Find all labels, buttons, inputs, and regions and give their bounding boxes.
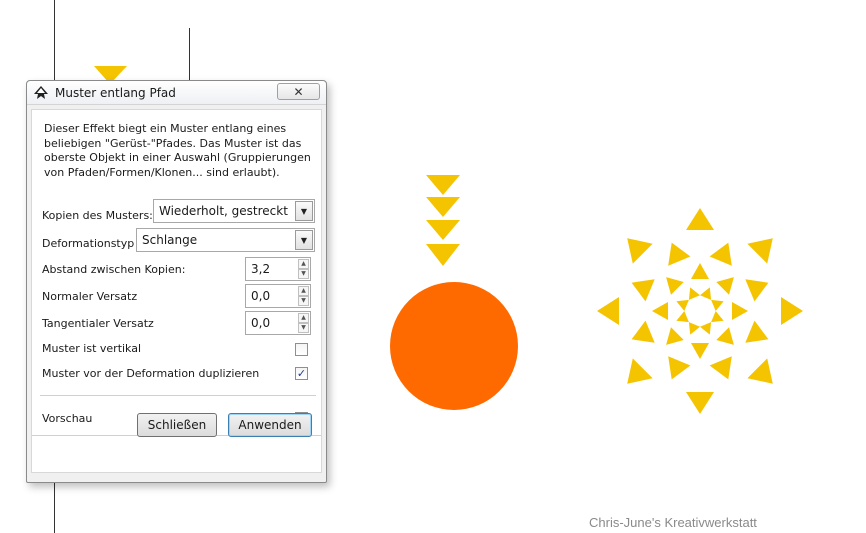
vertical-checkbox[interactable] — [295, 343, 308, 356]
duplicate-checkbox[interactable]: ✓ — [295, 367, 308, 380]
dialog-footer: Schließen Anwenden — [31, 413, 322, 473]
rosette-triangle — [627, 238, 653, 264]
rosette-triangle — [652, 302, 668, 320]
close-button-label: Schließen — [147, 418, 207, 432]
inkscape-icon — [34, 85, 48, 99]
rosette-triangle — [666, 277, 684, 295]
rosette-triangle — [691, 263, 709, 279]
apply-button[interactable]: Anwenden — [228, 413, 312, 437]
rosette-triangle — [709, 356, 732, 380]
tangential-offset-value: 0,0 — [251, 316, 271, 330]
rosette-triangle — [711, 299, 724, 311]
normal-offset-spinbox[interactable]: 0,0 ▲ ▼ — [245, 284, 311, 308]
rosette-triangle — [666, 327, 684, 345]
deformation-label: Deformationstyp — [42, 237, 135, 250]
rosette-triangle — [745, 279, 769, 302]
close-icon: ✕ — [293, 84, 304, 99]
close-window-button[interactable]: ✕ — [277, 83, 320, 100]
dialog-titlebar[interactable]: Muster entlang Pfad ✕ — [27, 81, 326, 105]
spin-up-icon[interactable]: ▲ — [298, 259, 309, 269]
normal-offset-value: 0,0 — [251, 289, 271, 303]
dropdown-arrow-icon[interactable]: ▼ — [295, 230, 313, 250]
dropdown-arrow-icon[interactable]: ▼ — [295, 201, 313, 221]
rosette-triangle — [716, 277, 734, 295]
rosette-triangle — [732, 302, 748, 320]
rosette-triangle — [700, 287, 712, 300]
rosette-triangle — [745, 320, 769, 343]
tangential-offset-label: Tangentialer Versatz — [42, 317, 154, 330]
orange-circle[interactable] — [390, 282, 518, 410]
rosette-triangle — [668, 356, 691, 380]
deformation-combo[interactable]: Schlange ▼ — [136, 228, 315, 252]
spin-up-icon[interactable]: ▲ — [298, 286, 309, 296]
watermark: Chris-June's Kreativwerkstatt — [589, 515, 757, 530]
rosette-triangle — [691, 343, 709, 359]
rosette-triangle — [627, 358, 653, 384]
rosette-triangle — [631, 320, 655, 343]
spin-up-icon[interactable]: ▲ — [298, 313, 309, 323]
rosette-triangle — [711, 311, 724, 323]
rosette-triangle — [597, 297, 619, 325]
spacing-spinbox[interactable]: 3,2 ▲ ▼ — [245, 257, 311, 281]
copies-label: Kopien des Musters: — [42, 209, 153, 222]
rosette-triangle — [781, 297, 803, 325]
normal-offset-label: Normaler Versatz — [42, 290, 138, 303]
spacing-label: Abstand zwischen Kopien: — [42, 263, 186, 276]
rosette-triangle — [709, 242, 732, 266]
close-button[interactable]: Schließen — [137, 413, 217, 437]
duplicate-label: Muster vor der Deformation duplizieren — [42, 367, 260, 380]
checkmark-icon: ✓ — [296, 367, 307, 380]
rosette-triangle — [747, 358, 773, 384]
rosette-triangle — [668, 242, 691, 266]
apply-button-label: Anwenden — [238, 418, 302, 432]
separator — [40, 395, 316, 396]
rosette-triangle — [716, 327, 734, 345]
rosette-triangle — [676, 299, 689, 311]
rosette-triangle — [676, 311, 689, 323]
triangle-stack[interactable] — [426, 175, 460, 266]
triangle-rosette[interactable] — [597, 208, 803, 414]
rosette-triangle — [688, 287, 700, 300]
copies-value: Wiederholt, gestreckt — [159, 204, 288, 218]
rosette-triangle — [747, 238, 773, 264]
rosette-triangle — [686, 392, 714, 414]
copies-combo[interactable]: Wiederholt, gestreckt ▼ — [153, 199, 315, 223]
spin-down-icon[interactable]: ▼ — [298, 323, 309, 333]
effect-description: Dieser Effekt biegt ein Muster entlang e… — [44, 122, 311, 180]
rosette-triangle — [686, 208, 714, 230]
spin-down-icon[interactable]: ▼ — [298, 296, 309, 306]
path-effect-dialog: Muster entlang Pfad ✕ Dieser Effekt bieg… — [26, 80, 327, 483]
rosette-triangle — [700, 322, 712, 335]
rosette-triangle — [631, 279, 655, 302]
deformation-value: Schlange — [142, 233, 198, 247]
spacing-value: 3,2 — [251, 262, 271, 276]
rosette-triangle — [688, 322, 700, 335]
vertical-label: Muster ist vertikal — [42, 342, 142, 355]
preview-label: Vorschau — [42, 412, 93, 425]
tangential-offset-spinbox[interactable]: 0,0 ▲ ▼ — [245, 311, 311, 335]
spin-down-icon[interactable]: ▼ — [298, 269, 309, 279]
dialog-title: Muster entlang Pfad — [55, 85, 176, 100]
